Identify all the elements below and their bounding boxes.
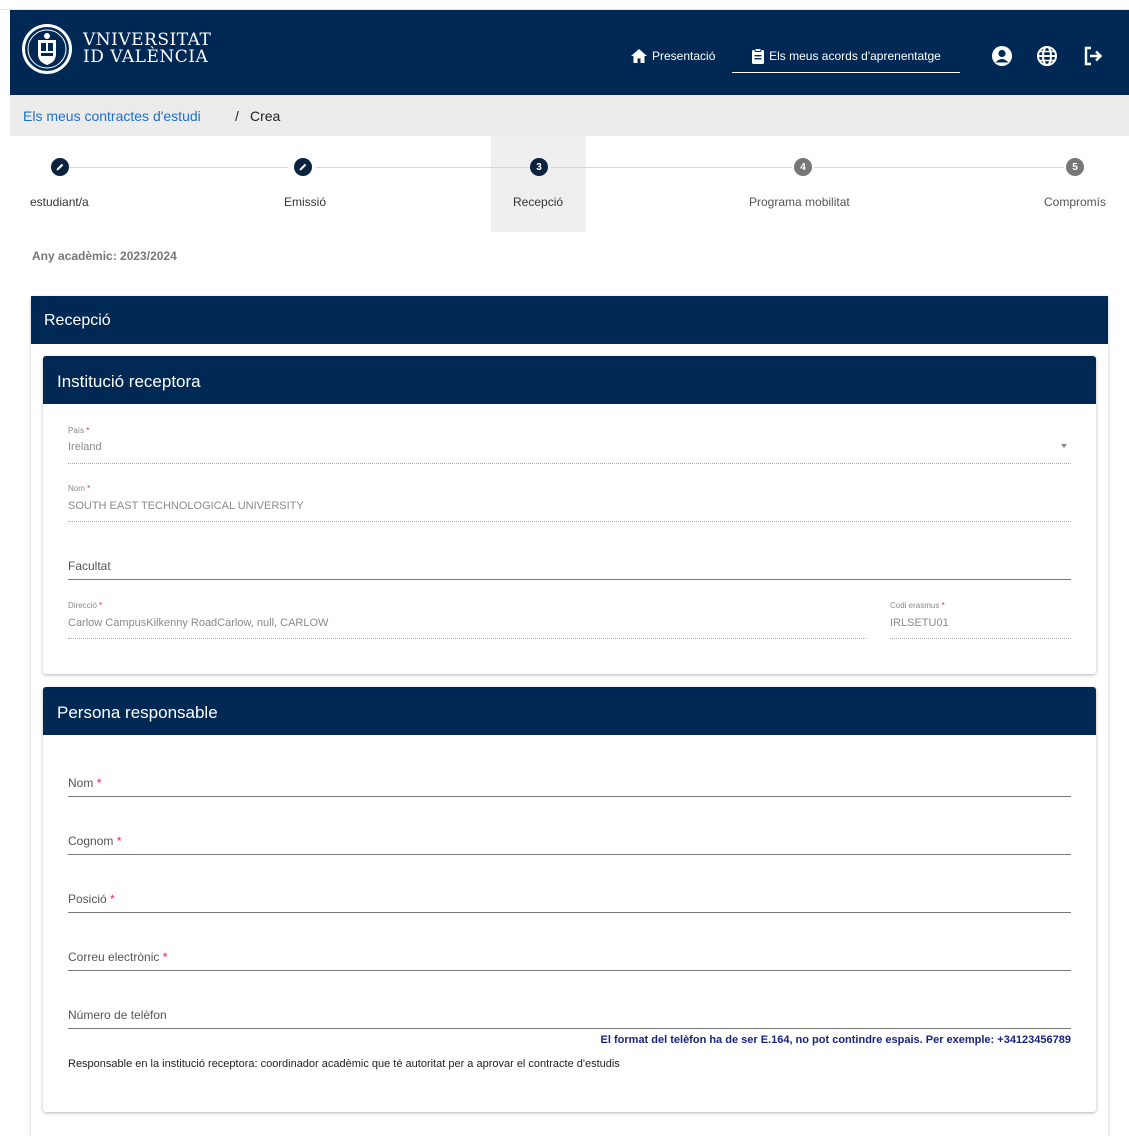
phone-format-hint: El format del telèfon ha de ser E.164, n… [600, 1034, 1071, 1046]
breadcrumb-link-contractes[interactable]: Els meus contractes d'estudi [23, 108, 201, 124]
university-name: VNIVERSITAT ID VALÈNCIA [83, 32, 211, 66]
clipboard-icon [752, 48, 765, 64]
country-value: Ireland [68, 441, 102, 453]
step-label: estudiant/a [30, 195, 89, 209]
erasmus-code-value: IRLSETU01 [890, 617, 949, 629]
persona-card-header: Persona responsable [43, 687, 1096, 735]
address-field[interactable]: Direcció * Carlow CampusKilkenny RoadCar… [68, 601, 866, 639]
institucio-card-header: Institució receptora [43, 356, 1096, 404]
app-header: VNIVERSITAT ID VALÈNCIA Presentació Els … [10, 10, 1129, 95]
first-name-field[interactable]: Nom * [68, 769, 1071, 797]
institution-name-field[interactable]: Nom * SOUTH EAST TECHNOLOGICAL UNIVERSIT… [68, 484, 1071, 522]
phone-field[interactable]: Número de telèfon [68, 1001, 1071, 1029]
logout-icon[interactable] [1081, 44, 1105, 68]
step-connector [550, 167, 792, 168]
step-number: 3 [530, 158, 548, 176]
faculty-placeholder: Facultat [68, 559, 111, 573]
institucio-card: Institució receptora País * Ireland Nom … [43, 356, 1096, 674]
step-connector [316, 167, 530, 168]
university-logo[interactable]: VNIVERSITAT ID VALÈNCIA [21, 23, 211, 75]
field-label: Nom * [68, 484, 91, 493]
nav-acords-label: Els meus acords d'aprenentatge [769, 49, 941, 63]
field-label: País * [68, 426, 90, 435]
step-label: Compromís [1044, 195, 1107, 209]
pencil-icon [51, 158, 69, 176]
field-placeholder: Correu electrònic * [68, 950, 168, 964]
field-placeholder: Cognom * [68, 834, 122, 848]
persona-title: Persona responsable [57, 703, 218, 722]
nav-presentacio-label: Presentació [652, 49, 716, 63]
step-connector [814, 167, 1064, 168]
step-number: 4 [794, 158, 812, 176]
institution-name-value: SOUTH EAST TECHNOLOGICAL UNIVERSITY [68, 500, 304, 512]
globe-icon[interactable] [1035, 44, 1059, 68]
faculty-field[interactable]: Facultat [68, 552, 1071, 580]
position-field[interactable]: Posició * [68, 885, 1071, 913]
institucio-title: Institució receptora [57, 372, 201, 391]
breadcrumb-separator: / [235, 108, 239, 124]
field-label: Codi erasmus * [890, 601, 945, 610]
recepcio-card-header: Recepció [31, 296, 1108, 344]
chevron-down-icon [1061, 444, 1067, 448]
responsible-note: Responsable en la institució receptora: … [68, 1058, 620, 1070]
phone-placeholder: Número de telèfon [68, 1008, 167, 1022]
email-field[interactable]: Correu electrònic * [68, 943, 1071, 971]
erasmus-code-field[interactable]: Codi erasmus * IRLSETU01 [890, 601, 1071, 639]
nav-acords-aprenentatge[interactable]: Els meus acords d'aprenentatge [732, 40, 960, 73]
field-label: Direcció * [68, 601, 103, 610]
academic-year: Any acadèmic: 2023/2024 [32, 249, 177, 263]
top-strip [0, 0, 1129, 10]
step-label: Programa mobilitat [749, 195, 850, 209]
pencil-icon [294, 158, 312, 176]
step-number: 5 [1066, 158, 1084, 176]
logo-line-2: ID VALÈNCIA [83, 47, 209, 67]
field-placeholder: Nom * [68, 776, 102, 790]
step-connector [69, 167, 288, 168]
nav-presentacio[interactable]: Presentació [630, 40, 715, 72]
recepcio-title: Recepció [44, 312, 111, 329]
breadcrumb-current: Crea [250, 108, 281, 124]
home-icon [631, 49, 647, 63]
seal-icon [22, 24, 72, 74]
address-value: Carlow CampusKilkenny RoadCarlow, null, … [68, 617, 329, 629]
field-placeholder: Posició * [68, 892, 115, 906]
step-label: Recepció [513, 195, 564, 209]
country-select[interactable]: País * Ireland [68, 426, 1071, 464]
persona-card: Persona responsable Nom * Cognom * Posic… [43, 687, 1096, 1112]
stepper: estudiant/a Emissió 3 Recepció 4 Program… [0, 136, 1129, 232]
step-label: Emissió [284, 195, 327, 209]
breadcrumb: Els meus contractes d'estudi / Crea [10, 95, 1129, 136]
step-active-highlight [491, 136, 586, 232]
surname-field[interactable]: Cognom * [68, 827, 1071, 855]
user-icon[interactable] [990, 44, 1014, 68]
